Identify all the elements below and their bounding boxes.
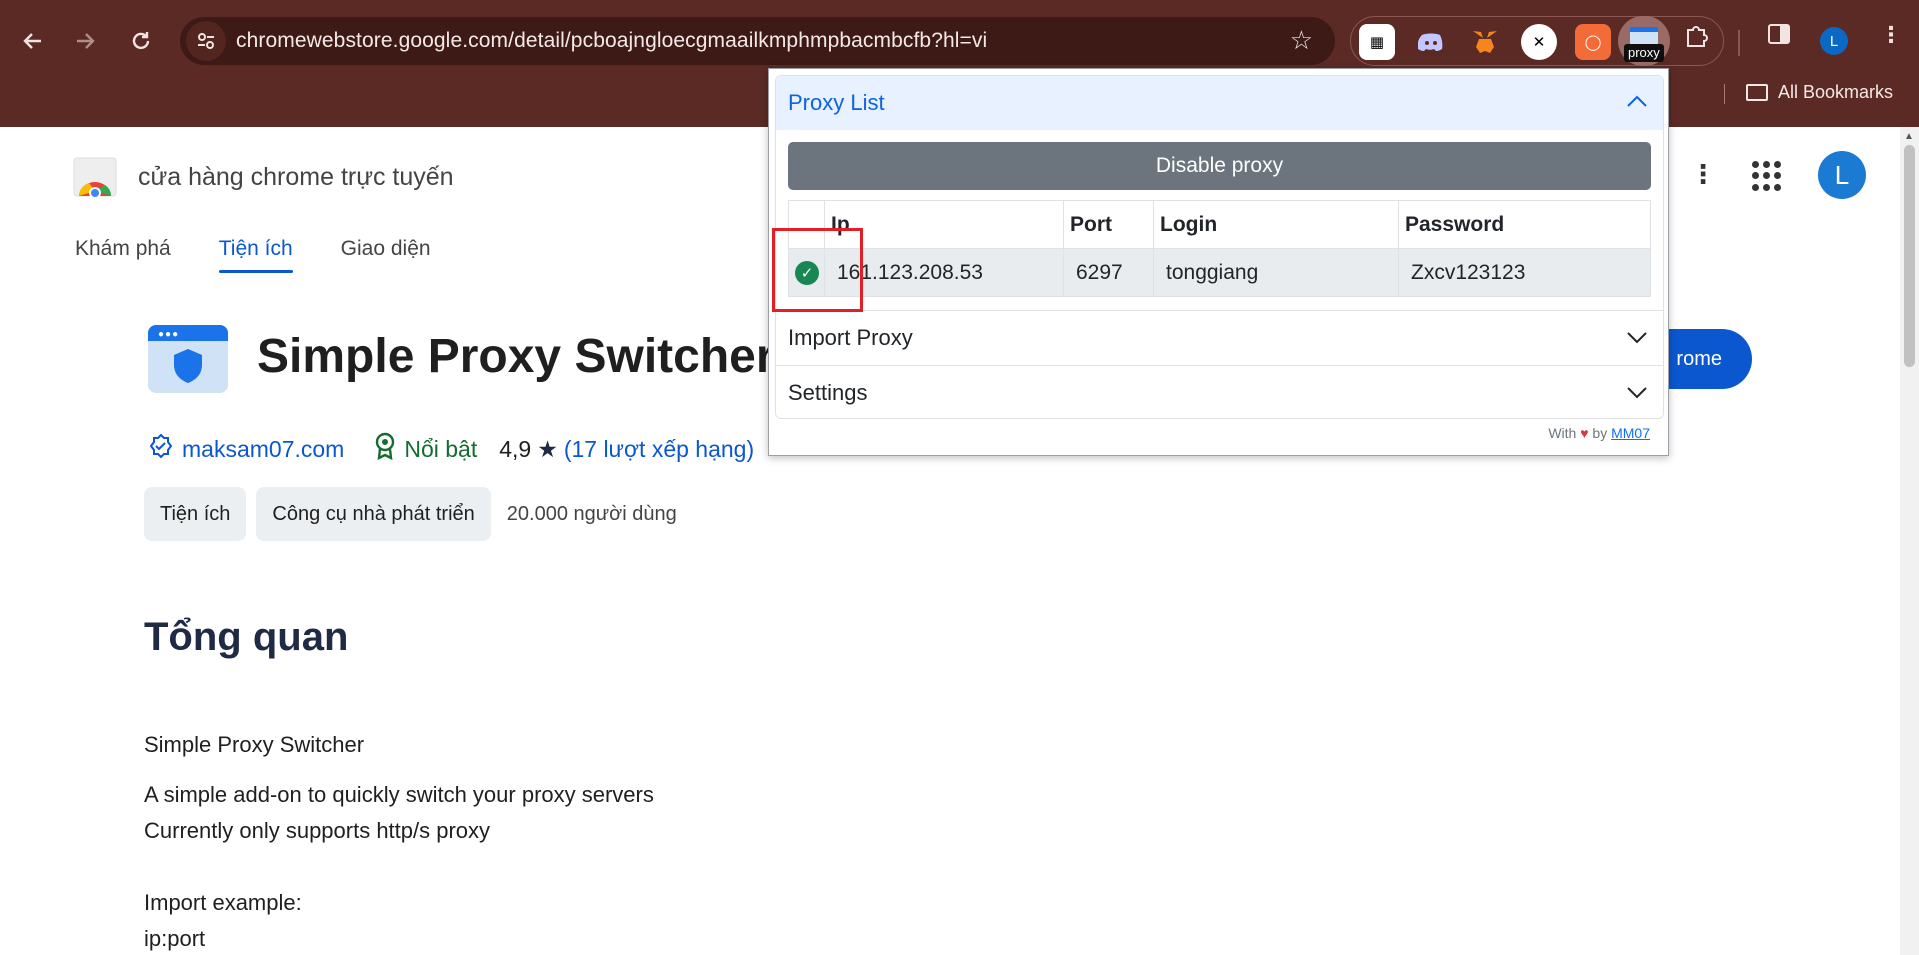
profile-avatar[interactable]: L: [1820, 27, 1848, 55]
proxy-accordion: Proxy List Disable proxy Ip Port Login P…: [775, 75, 1664, 419]
proxy-window-icon: [1630, 27, 1658, 45]
arrow-right-icon: [77, 33, 95, 49]
settings-label: Settings: [788, 379, 868, 405]
side-panel-icon[interactable]: [1767, 22, 1791, 52]
url-text: chromewebstore.google.com/detail/pcboajn…: [236, 29, 988, 52]
category-chips: Tiện ích Công cụ nhà phát triển 20.000 n…: [144, 487, 677, 541]
qr-code-extension-icon[interactable]: ▦: [1359, 24, 1395, 60]
store-title: cửa hàng chrome trực tuyến: [138, 163, 454, 191]
tab-extensions[interactable]: Tiện ích: [218, 237, 293, 273]
publisher-link[interactable]: maksam07.com: [182, 436, 344, 463]
site-info-icon[interactable]: [186, 21, 226, 61]
address-bar[interactable]: chromewebstore.google.com/detail/pcboajn…: [180, 17, 1335, 65]
reload-button[interactable]: [122, 22, 160, 60]
star-icon: ★: [537, 435, 558, 462]
all-bookmarks-button[interactable]: All Bookmarks: [1746, 82, 1893, 103]
tab-discover[interactable]: Khám phá: [75, 237, 171, 261]
footer-with: With: [1548, 425, 1577, 441]
discord-extension-icon[interactable]: [1413, 24, 1449, 60]
description: Simple Proxy Switcher A simple add-on to…: [144, 727, 654, 955]
rating-value: 4,9: [499, 435, 532, 462]
footer-by: by: [1592, 425, 1608, 441]
extension-title: Simple Proxy Switcher: [257, 330, 775, 383]
page-scrollbar[interactable]: ▲: [1900, 127, 1919, 955]
metamask-extension-icon[interactable]: [1467, 24, 1503, 60]
overview-heading: Tổng quan: [144, 615, 349, 659]
account-avatar[interactable]: L: [1818, 151, 1866, 199]
chevron-down-icon: [1627, 387, 1647, 399]
chrome-web-store-logo: [73, 157, 117, 197]
chip-extension[interactable]: Tiện ích: [144, 487, 247, 541]
x-extension-icon[interactable]: ✕: [1521, 24, 1557, 60]
column-header: Password: [1398, 200, 1651, 249]
proxy-popup: Proxy List Disable proxy Ip Port Login P…: [768, 68, 1669, 456]
extension-logo: ●●●: [148, 325, 228, 393]
scroll-up-icon[interactable]: ▲: [1904, 131, 1914, 142]
desc-line: Import example:: [144, 890, 302, 915]
bookmarks-divider: [1724, 84, 1725, 104]
record-extension-icon[interactable]: ◯: [1575, 24, 1611, 60]
desc-line: A simple add-on to quickly switch your p…: [144, 782, 654, 807]
proxy-table: Ip Port Login Password ✓ 161.123.208.53 …: [788, 200, 1651, 297]
user-count: 20.000 người dùng: [506, 502, 677, 525]
install-label: rome: [1676, 347, 1722, 370]
column-header: Port: [1063, 200, 1154, 249]
password-cell: Zxcv123123: [1398, 248, 1651, 297]
desc-line: Currently only supports http/s proxy: [144, 818, 491, 843]
back-button[interactable]: [14, 22, 52, 60]
google-apps-icon[interactable]: [1752, 161, 1782, 191]
import-proxy-header[interactable]: Import Proxy: [776, 310, 1663, 364]
folder-icon: [1746, 84, 1768, 101]
proxy-badge: proxy: [1624, 44, 1664, 62]
desc-line: ip:port: [144, 926, 206, 951]
arrow-left-icon: [23, 33, 41, 49]
chevron-down-icon: [1627, 332, 1647, 344]
store-menu-icon[interactable]: ⋮: [1690, 159, 1716, 190]
settings-header[interactable]: Settings: [776, 365, 1663, 419]
disable-proxy-button[interactable]: Disable proxy: [788, 142, 1651, 190]
browser-menu-icon[interactable]: ⋮: [1880, 22, 1902, 48]
table-row[interactable]: ✓ 161.123.208.53 6297 tonggiang Zxcv1231…: [788, 248, 1651, 297]
ratings-count-link[interactable]: (17 lượt xếp hạng): [564, 436, 754, 463]
chevron-up-icon: [1627, 95, 1647, 107]
chip-developer-tools[interactable]: Công cụ nhà phát triển: [256, 487, 491, 541]
heart-icon: ♥: [1580, 425, 1589, 441]
extension-meta: maksam07.com Nổi bật 4,9 ★ (17 lượt xếp …: [148, 432, 754, 466]
popup-footer: With ♥ by MM07: [1548, 425, 1650, 441]
verified-icon: [148, 433, 174, 465]
toolbar-divider: [1738, 30, 1740, 56]
login-cell: tonggiang: [1153, 248, 1399, 297]
bookmarks-label: All Bookmarks: [1778, 82, 1894, 102]
author-link[interactable]: MM07: [1611, 425, 1650, 441]
featured-label: Nổi bật: [404, 435, 478, 462]
scroll-thumb[interactable]: [1904, 145, 1915, 367]
tab-themes[interactable]: Giao diện: [341, 237, 431, 261]
annotation-highlight-box: [772, 228, 863, 312]
puzzle-extensions-icon[interactable]: [1684, 22, 1710, 54]
port-cell: 6297: [1063, 248, 1154, 297]
bookmark-star-icon[interactable]: ☆: [1290, 25, 1313, 56]
store-nav: Khám phá Tiện ích Giao diện: [75, 237, 431, 273]
reload-icon: [132, 32, 150, 50]
desc-line: Simple Proxy Switcher: [144, 732, 365, 757]
import-proxy-label: Import Proxy: [788, 324, 913, 350]
column-header: Login: [1153, 200, 1399, 249]
shield-icon: [174, 349, 202, 383]
proxy-list-header[interactable]: Proxy List: [776, 76, 1663, 130]
featured-badge-icon: [374, 432, 396, 466]
forward-button[interactable]: [66, 22, 104, 60]
proxy-list-label: Proxy List: [788, 90, 885, 115]
